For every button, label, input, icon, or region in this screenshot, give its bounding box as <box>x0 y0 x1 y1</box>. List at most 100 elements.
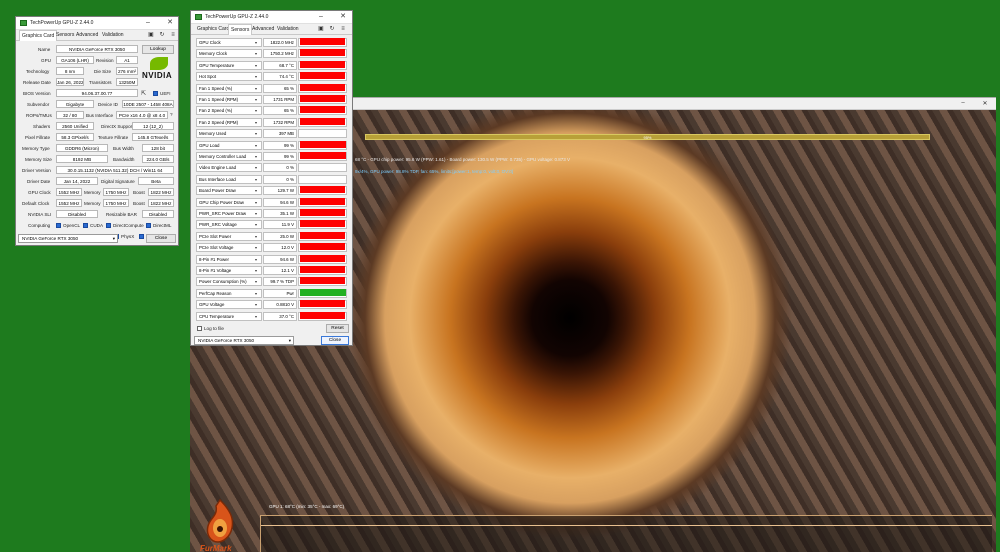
sensor-graph-fill <box>300 95 345 102</box>
chevron-down-icon[interactable]: ▾ <box>255 277 257 286</box>
chevron-down-icon[interactable]: ▾ <box>255 209 257 218</box>
share-icon[interactable]: ⇱ <box>141 90 146 97</box>
sensor-name[interactable]: Hot Spot <box>196 72 262 82</box>
tab-validation[interactable]: Validation <box>102 32 124 38</box>
refresh-icon[interactable]: ↻ <box>158 31 166 39</box>
sensor-name[interactable]: 8-Pin #1 Power <box>196 254 262 264</box>
sensor-name[interactable]: Fan 1 Speed (RPM) <box>196 95 262 104</box>
sensor-name[interactable]: PCIe Slot Power <box>196 231 262 241</box>
sensor-name[interactable]: Memory Clock <box>196 49 262 59</box>
sensor-name[interactable]: PWR_SRC Voltage <box>196 220 262 230</box>
default-memory-value: 1750 MHz <box>103 199 129 207</box>
directml-label: DirectML <box>153 223 172 228</box>
sensor-name[interactable]: GPU Temperature <box>196 60 262 70</box>
chevron-down-icon[interactable]: ▾ <box>255 232 257 241</box>
log-to-file-checkbox[interactable] <box>197 326 202 331</box>
refresh-icon[interactable]: ↻ <box>328 25 336 33</box>
sensor-graph-fill <box>300 209 345 216</box>
chevron-down-icon[interactable]: ▾ <box>255 186 257 195</box>
chevron-down-icon[interactable]: ▾ <box>255 163 257 172</box>
sensor-name[interactable]: Bus Interface Load <box>196 174 262 184</box>
chevron-down-icon[interactable]: ▾ <box>255 106 257 115</box>
chevron-down-icon[interactable]: ▾ <box>255 61 257 70</box>
sensor-graph-fill <box>300 277 345 285</box>
gpu-clock-value: 1552 MHz <box>56 188 82 196</box>
sensor-name[interactable]: Board Power Draw <box>196 186 262 196</box>
chevron-down-icon[interactable]: ▾ <box>255 266 257 275</box>
sensor-name[interactable]: GPU Voltage <box>196 300 262 310</box>
chevron-down-icon[interactable]: ▾ <box>255 312 257 321</box>
chevron-down-icon[interactable]: ▾ <box>255 118 257 127</box>
sensor-name[interactable]: Fan 2 Speed (RPM) <box>196 117 262 127</box>
chevron-down-icon[interactable]: ▾ <box>255 84 257 93</box>
minimize-icon[interactable]: – <box>142 18 154 28</box>
uefi-label: UEFI <box>160 91 171 96</box>
tab-sensors[interactable]: Sensors <box>56 32 74 38</box>
sensor-row: PCIe Slot Power ▾ 25.0 W <box>196 231 348 242</box>
gpu-select-dropdown[interactable]: NVIDIA GeForce RTX 3050 ▾ <box>194 336 294 345</box>
sensor-row: Fan 1 Speed (%) ▾ 65 % <box>196 83 348 94</box>
chevron-down-icon[interactable]: ▾ <box>255 243 257 252</box>
camera-icon[interactable]: ▣ <box>147 31 155 39</box>
tab-graphics-card[interactable]: Graphics Card <box>19 30 58 41</box>
close-button[interactable]: Close <box>321 336 349 345</box>
sensor-name[interactable]: 8-Pin #1 Voltage <box>196 266 262 275</box>
sensor-name[interactable]: GPU Clock <box>196 38 262 47</box>
tab-sensors[interactable]: Sensors <box>228 24 253 35</box>
sensor-row: CPU Temperature ▾ 37.0 °C <box>196 311 348 322</box>
sensor-name[interactable]: GPU Chip Power Draw <box>196 197 262 207</box>
chevron-down-icon[interactable]: ▾ <box>255 152 257 161</box>
menu-icon[interactable]: ≡ <box>339 25 347 33</box>
chevron-down-icon[interactable]: ▾ <box>255 255 257 264</box>
chevron-down-icon[interactable]: ▾ <box>255 95 257 104</box>
sensor-graph-fill <box>300 243 345 251</box>
sensor-name[interactable]: CPU Temperature <box>196 311 262 321</box>
lookup-button[interactable]: Lookup <box>142 45 174 54</box>
tab-advanced[interactable]: Advanced <box>76 32 98 38</box>
tab-graphics-card[interactable]: Graphics Card <box>197 26 229 32</box>
chevron-down-icon[interactable]: ▾ <box>255 141 257 150</box>
close-button[interactable]: Close <box>146 234 176 243</box>
sensor-name[interactable]: PCIe Slot Voltage <box>196 243 262 253</box>
tab-validation[interactable]: Validation <box>277 26 299 32</box>
gpu-select-dropdown[interactable]: NVIDIA GeForce RTX 3050 ▾ <box>18 234 118 243</box>
sensor-name[interactable]: Power Consumption (%) <box>196 277 262 287</box>
chevron-down-icon[interactable]: ▾ <box>255 175 257 184</box>
close-icon[interactable]: ✕ <box>337 12 349 22</box>
chevron-down-icon[interactable]: ▾ <box>255 38 257 47</box>
log-to-file-label: Log to file <box>204 326 224 331</box>
sensor-name[interactable]: Memory Controller Load <box>196 152 262 161</box>
bandwidth-value: 224.0 GB/s <box>142 155 174 163</box>
chevron-down-icon[interactable]: ▾ <box>255 49 257 58</box>
close-icon[interactable]: ✕ <box>980 100 990 108</box>
minimize-icon[interactable]: – <box>315 12 327 22</box>
sensor-name[interactable]: GPU Load <box>196 140 262 150</box>
minimize-icon[interactable]: – <box>958 100 968 108</box>
sensor-name[interactable]: Fan 1 Speed (%) <box>196 83 262 93</box>
sensor-value: 65 % <box>263 83 297 93</box>
sensor-row: GPU Chip Power Draw ▾ 94.6 W <box>196 197 348 208</box>
help-icon[interactable]: ? <box>170 112 173 117</box>
sensor-name[interactable]: PWR_SRC Power Draw <box>196 209 262 218</box>
chevron-down-icon[interactable]: ▾ <box>255 198 257 207</box>
sensor-graph <box>298 186 347 196</box>
chevron-down-icon[interactable]: ▾ <box>255 300 257 309</box>
reset-button[interactable]: Reset <box>326 324 349 333</box>
sensor-graph <box>298 254 347 264</box>
chevron-down-icon[interactable]: ▾ <box>255 72 257 81</box>
sensor-name[interactable]: Fan 2 Speed (%) <box>196 106 262 116</box>
chevron-down-icon[interactable]: ▾ <box>255 289 257 298</box>
sensor-value: 397 MB <box>263 129 297 139</box>
sensor-name[interactable]: Video Engine Load <box>196 163 262 173</box>
camera-icon[interactable]: ▣ <box>317 25 325 33</box>
memory-clock-value: 1750 MHz <box>103 188 129 196</box>
chevron-down-icon[interactable]: ▾ <box>255 220 257 229</box>
tab-advanced[interactable]: Advanced <box>252 26 274 32</box>
sensor-value: 11.9 V <box>263 220 297 230</box>
close-icon[interactable]: ✕ <box>164 18 176 28</box>
chevron-down-icon[interactable]: ▾ <box>255 129 257 138</box>
sensor-name[interactable]: Memory Used <box>196 129 262 139</box>
driver-version-label: Driver Version <box>22 168 51 173</box>
sensor-name[interactable]: PerfCap Reason <box>196 288 262 298</box>
menu-icon[interactable]: ≡ <box>169 31 177 39</box>
